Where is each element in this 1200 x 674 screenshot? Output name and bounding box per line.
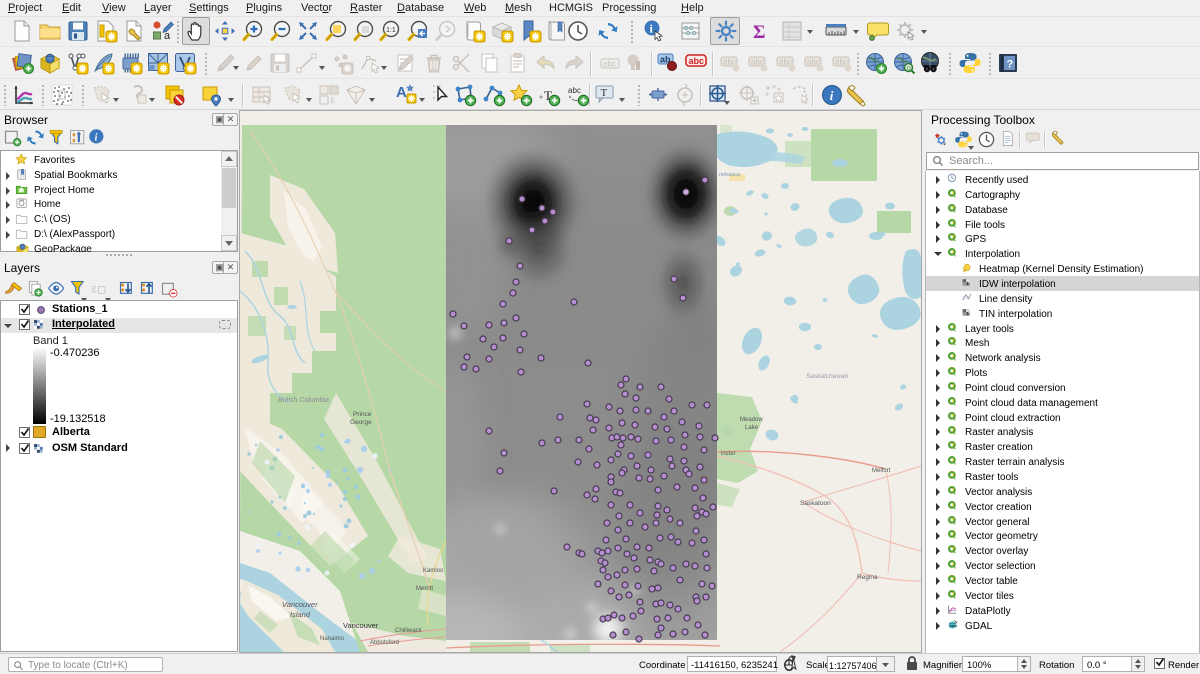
svg-text:ε: ε (92, 283, 97, 296)
svg-text:Vancouver: Vancouver (343, 621, 379, 630)
svg-text:Abbotsford: Abbotsford (370, 640, 399, 646)
svg-text:Σ: Σ (753, 22, 765, 43)
svg-text:Kamloo: Kamloo (423, 568, 444, 574)
svg-text:Island: Island (290, 610, 311, 619)
svg-text:ε: ε (331, 95, 336, 106)
svg-text:i: i (95, 133, 98, 144)
svg-text:abc: abc (603, 60, 616, 69)
svg-text:GDAL: GDAL (949, 624, 958, 628)
svg-text:1:1: 1:1 (386, 27, 396, 34)
svg-text:inster: inster (721, 451, 736, 457)
svg-text:Nanaimo: Nanaimo (320, 636, 345, 642)
svg-text:A: A (396, 84, 407, 101)
svg-text:British Columbia: British Columbia (278, 397, 329, 404)
svg-text:Merritt: Merritt (416, 586, 433, 592)
svg-text:George: George (350, 419, 372, 426)
svg-text:Melfort: Melfort (872, 468, 891, 474)
svg-text:T: T (601, 87, 608, 99)
svg-text:abc: abc (568, 86, 581, 95)
svg-text:Prince: Prince (353, 411, 372, 418)
svg-text:Regina: Regina (857, 574, 878, 581)
svg-text:Chilliwack: Chilliwack (395, 628, 423, 634)
svg-text:?: ? (1007, 59, 1014, 71)
svg-text:Q: Q (907, 66, 911, 72)
svg-text:Lake: Lake (745, 425, 759, 431)
svg-text:Saskatchewan: Saskatchewan (806, 373, 849, 380)
svg-text:nebasca: nebasca (719, 172, 741, 178)
svg-text:Saskatoon: Saskatoon (800, 500, 831, 507)
svg-text:i: i (830, 88, 834, 103)
svg-text:Vancouver: Vancouver (282, 600, 318, 609)
svg-text:Meadow: Meadow (740, 417, 763, 423)
svg-text:abc: abc (689, 56, 705, 66)
